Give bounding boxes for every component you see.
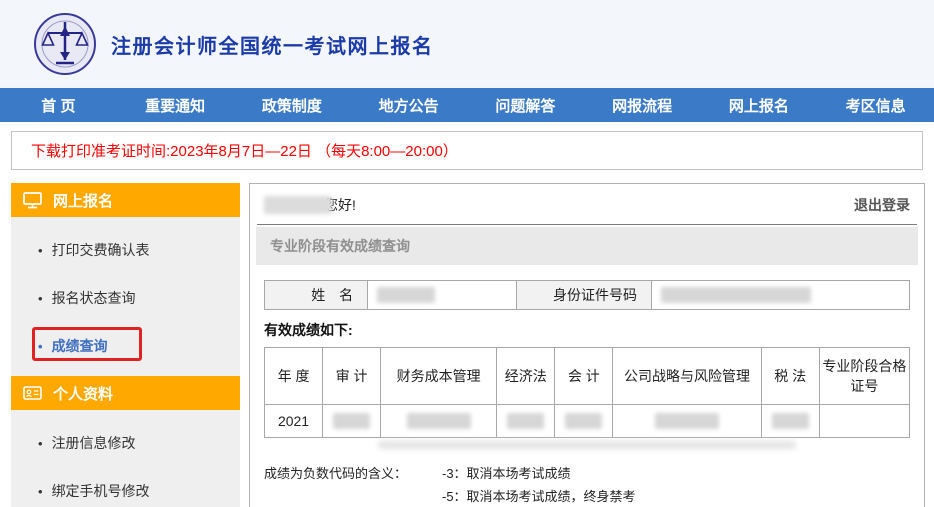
nav-item-faq[interactable]: 问题解答 [467, 88, 584, 122]
main-nav: 首 页 重要通知 政策制度 地方公告 问题解答 网报流程 网上报名 考区信息 [0, 88, 934, 122]
col-accounting: 会 计 [555, 348, 613, 405]
nav-item-policies[interactable]: 政策制度 [234, 88, 351, 122]
page-title: 注册会计师全国统一考试网上报名 [111, 30, 434, 59]
sidebar-section-title: 网上报名 [53, 190, 113, 211]
nav-item-exam-area-info[interactable]: 考区信息 [817, 88, 934, 122]
score-cell [381, 405, 497, 438]
id-value-cell [651, 281, 909, 310]
score-cell [323, 405, 381, 438]
sidebar-item-label: 绑定手机号修改 [52, 481, 150, 501]
score-cell [555, 405, 613, 438]
code-item: -3：取消本场考试成绩 [442, 463, 753, 482]
name-label-cell: 姓 名 [265, 281, 368, 310]
greeting: 您好! [264, 195, 356, 215]
bullet-icon: • [38, 292, 43, 305]
content: 网上报名 • 打印交费确认表 • 报名状态查询 • 成绩查询 [0, 177, 934, 507]
bullet-icon: • [38, 437, 43, 450]
page-header: 注册会计师全国统一考试网上报名 [0, 0, 934, 88]
main-panel: 您好! 退出登录 专业阶段有效成绩查询 姓 名 身份证件号码 有效成绩如下: 年… [249, 183, 925, 507]
admission-ticket-notice: 下载打印准考证时间:2023年8月7日—22日 （每天8:00—20:00） [11, 131, 923, 170]
greeting-row: 您好! 退出登录 [250, 184, 924, 224]
masked-score [565, 413, 602, 429]
sidebar-list-personal: • 注册信息修改 • 绑定手机号修改 • 用户密码修改 • 邮件地址修改 [11, 410, 240, 507]
table-row: 姓 名 身份证件号码 [265, 281, 910, 310]
nav-item-online-registration[interactable]: 网上报名 [701, 88, 818, 122]
masked-score [333, 413, 370, 429]
bullet-icon: • [38, 485, 43, 498]
sidebar-item-label: 注册信息修改 [52, 433, 136, 453]
identity-table: 姓 名 身份证件号码 [264, 280, 910, 310]
table-row: 2021 [265, 405, 910, 438]
scores-table: 年 度 审 计 财务成本管理 经济法 会 计 公司战略与风险管理 税 法 专业阶… [264, 347, 910, 438]
results-intro: 有效成绩如下: [264, 320, 910, 340]
masked-score [772, 413, 809, 429]
masked-id-value [661, 287, 811, 303]
logout-link[interactable]: 退出登录 [854, 195, 910, 215]
sidebar-item-score-query[interactable]: • 成绩查询 [11, 322, 240, 370]
bullet-icon: • [38, 340, 43, 353]
masked-score [655, 413, 719, 429]
col-audit: 审 计 [323, 348, 381, 405]
id-card-icon [23, 385, 42, 401]
cpa-emblem-logo [33, 12, 97, 76]
sidebar-item-edit-registration-info[interactable]: • 注册信息修改 [11, 419, 240, 467]
codes-list: -3：取消本场考试成绩 -5：取消本场考试成绩，终身禁考 -8：取消本场考试成绩… [442, 463, 753, 507]
masked-smudge [378, 441, 796, 449]
nav-item-local-announcements[interactable]: 地方公告 [350, 88, 467, 122]
cert-no-cell [819, 405, 909, 438]
masked-score [507, 413, 544, 429]
col-financial: 财务成本管理 [381, 348, 497, 405]
nav-item-important-notices[interactable]: 重要通知 [117, 88, 234, 122]
sidebar-item-label: 成绩查询 [52, 336, 108, 356]
sidebar-item-edit-phone[interactable]: • 绑定手机号修改 [11, 467, 240, 507]
col-year: 年 度 [265, 348, 323, 405]
sidebar-item-label: 报名状态查询 [52, 288, 136, 308]
nav-item-home[interactable]: 首 页 [0, 88, 117, 122]
sidebar-section-title: 个人资料 [53, 383, 113, 404]
codes-label: 成绩为负数代码的含义： [264, 463, 442, 507]
col-strategy: 公司战略与风险管理 [613, 348, 761, 405]
col-tax-law: 税 法 [761, 348, 819, 405]
sidebar-section-online-registration: 网上报名 [11, 183, 240, 217]
year-cell: 2021 [265, 405, 323, 438]
table-header-row: 年 度 审 计 财务成本管理 经济法 会 计 公司战略与风险管理 税 法 专业阶… [265, 348, 910, 405]
monitor-icon [23, 192, 42, 209]
masked-name-value [377, 287, 435, 303]
sidebar-item-registration-status[interactable]: • 报名状态查询 [11, 274, 240, 322]
id-label-cell: 身份证件号码 [516, 281, 651, 310]
score-cell [613, 405, 761, 438]
notice-wrap: 下载打印准考证时间:2023年8月7日—22日 （每天8:00—20:00） [0, 122, 934, 177]
code-item: -5：取消本场考试成绩，终身禁考 [442, 486, 753, 505]
sidebar: 网上报名 • 打印交费确认表 • 报名状态查询 • 成绩查询 [11, 183, 240, 507]
section-title-bar: 专业阶段有效成绩查询 [256, 227, 918, 265]
sidebar-section-personal-info: 个人资料 [11, 376, 240, 410]
sidebar-item-print-payment-confirmation[interactable]: • 打印交费确认表 [11, 226, 240, 274]
masked-score [407, 413, 471, 429]
sidebar-item-label: 打印交费确认表 [52, 240, 150, 260]
score-cell [497, 405, 555, 438]
bullet-icon: • [38, 244, 43, 257]
divider [257, 224, 917, 225]
nav-item-registration-process[interactable]: 网报流程 [584, 88, 701, 122]
score-cell [761, 405, 819, 438]
sidebar-list-registration: • 打印交费确认表 • 报名状态查询 • 成绩查询 [11, 217, 240, 376]
negative-codes-block: 成绩为负数代码的含义： -3：取消本场考试成绩 -5：取消本场考试成绩，终身禁考… [264, 463, 910, 507]
col-econ-law: 经济法 [497, 348, 555, 405]
col-cert-no: 专业阶段合格证号 [819, 348, 909, 405]
name-value-cell [368, 281, 516, 310]
masked-user-name [264, 196, 332, 214]
